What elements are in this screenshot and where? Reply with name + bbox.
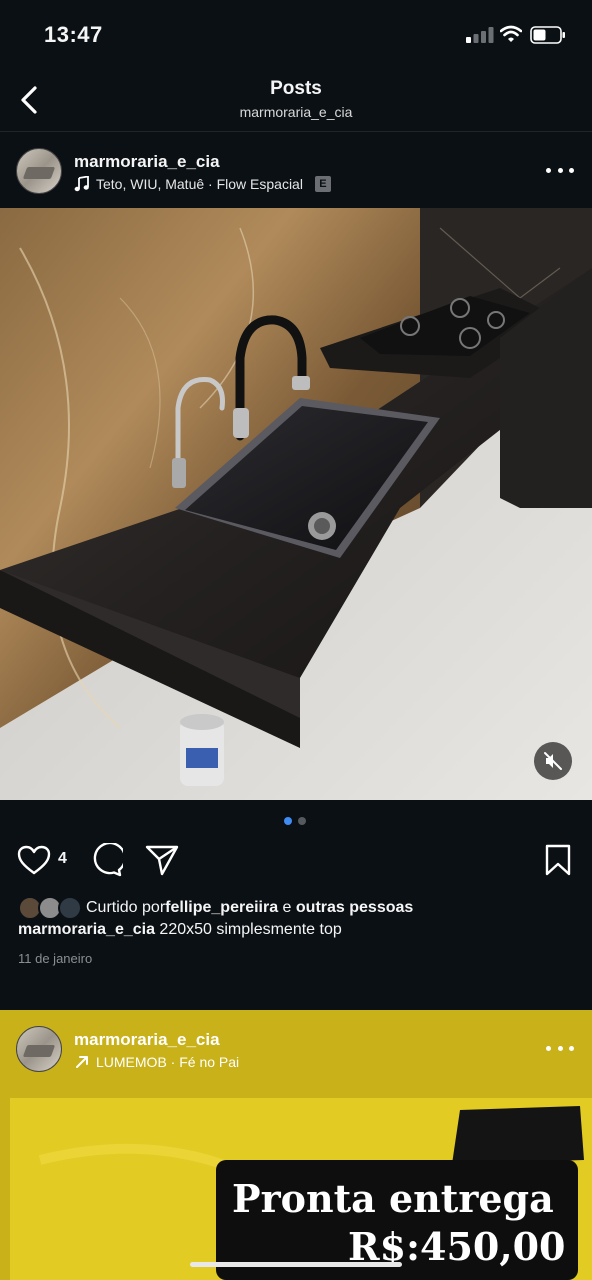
post-username[interactable]: marmoraria_e_cia [74, 1030, 220, 1050]
speaker-muted-icon [544, 752, 562, 770]
liked-by-and: e [278, 899, 296, 916]
more-options-button[interactable] [546, 160, 574, 180]
post-action-bar: 4 [0, 840, 592, 880]
mute-toggle-button[interactable] [534, 742, 572, 780]
post-2: marmoraria_e_cia LUMEMOB · Fé no Pai Pro… [0, 1010, 592, 1280]
liker-avatars [18, 896, 82, 920]
comment-button[interactable] [88, 842, 124, 878]
more-horizontal-icon [546, 1045, 551, 1051]
liked-by-prefix: Curtido por [86, 899, 166, 916]
post-photo[interactable] [0, 208, 592, 800]
post-username[interactable]: marmoraria_e_cia [74, 152, 220, 172]
page-subtitle[interactable]: marmoraria_e_cia [0, 104, 592, 120]
post-caption: marmoraria_e_cia 220x50 simplesmente top [18, 921, 342, 939]
caption-username[interactable]: marmoraria_e_cia [18, 921, 155, 938]
like-count[interactable]: 4 [58, 850, 67, 868]
music-note-icon [74, 176, 89, 192]
explicit-badge: E [314, 176, 331, 192]
carousel-dot [298, 817, 306, 825]
post-music[interactable]: Teto, WIU, Matuê · Flow Espacial E [74, 176, 331, 192]
bookmark-icon [545, 844, 571, 876]
post-date: 11 de janeiro [18, 951, 93, 966]
heart-icon [17, 845, 51, 875]
battery-icon [530, 26, 565, 44]
nav-header: Posts marmoraria_e_cia [0, 66, 592, 132]
promo-title: Pronta entrega [232, 1176, 554, 1221]
cellular-signal-icon [466, 27, 494, 43]
wifi-icon [500, 25, 522, 42]
carousel-dot-active [284, 817, 292, 825]
post-header: marmoraria_e_cia Teto, WIU, Matuê · Flow… [0, 132, 592, 208]
comment-icon [93, 843, 123, 877]
caption-text: 220x50 simplesmente top [154, 921, 342, 938]
page-title: Posts [270, 78, 322, 99]
carousel-indicator [284, 817, 306, 825]
save-button[interactable] [540, 842, 576, 878]
status-bar: 13:47 [0, 0, 592, 66]
music-label: Teto, WIU, Matuê · Flow Espacial [96, 176, 303, 192]
post-header: marmoraria_e_cia LUMEMOB · Fé no Pai [0, 1010, 592, 1086]
instagram-posts-screen: 13:47 Posts marmoraria_e_cia marmoraria_… [0, 0, 592, 1280]
liked-by-others[interactable]: outras pessoas [296, 899, 413, 917]
avatar[interactable] [16, 1026, 62, 1072]
status-time: 13:47 [44, 22, 103, 47]
kitchen-sink-photo [0, 208, 592, 800]
liked-by-line[interactable]: Curtido por fellipe_pereiira e outras pe… [18, 896, 413, 920]
liked-by-user[interactable]: fellipe_pereiira [165, 899, 278, 917]
more-options-button[interactable] [546, 1038, 574, 1058]
post-music[interactable]: LUMEMOB · Fé no Pai [74, 1054, 239, 1070]
music-label: LUMEMOB · Fé no Pai [96, 1054, 240, 1070]
share-button[interactable] [144, 842, 180, 878]
avatar [58, 896, 82, 920]
more-horizontal-icon [546, 167, 551, 173]
avatar[interactable] [16, 148, 62, 194]
arrow-up-right-icon [76, 1056, 88, 1068]
send-icon [145, 845, 179, 876]
home-indicator[interactable] [190, 1262, 402, 1267]
like-button[interactable] [16, 842, 52, 878]
